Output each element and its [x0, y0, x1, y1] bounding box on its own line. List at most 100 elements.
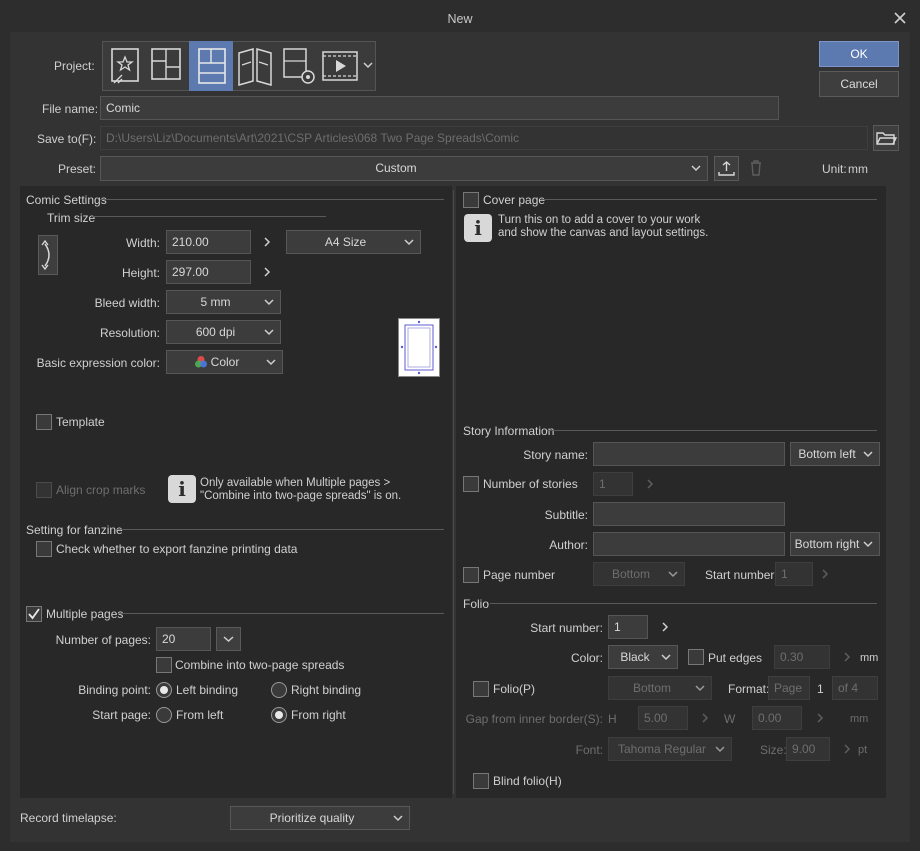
fanzine-export-label: Check whether to export fanzine printing… — [56, 542, 298, 556]
ok-button[interactable]: OK — [819, 41, 899, 67]
blind-folio-checkbox[interactable] — [473, 773, 489, 789]
template-checkbox[interactable] — [36, 414, 52, 430]
left-binding-label: Left binding — [176, 683, 239, 697]
right-binding-radio[interactable] — [271, 682, 287, 698]
folio-color-dropdown[interactable]: Black — [608, 645, 678, 669]
folio-start-arrow-icon[interactable] — [660, 620, 670, 634]
chevron-down-icon — [863, 541, 873, 548]
chevron-down-icon — [393, 815, 403, 822]
multiple-pages-checkbox[interactable] — [26, 606, 42, 622]
trim-size-heading: Trim size — [47, 211, 96, 225]
cover-info-line-1: Turn this on to add a cover to your work — [498, 214, 701, 226]
chevron-down-icon — [223, 636, 234, 643]
rotate-icon — [41, 239, 50, 271]
crop-info-line-1: Only available when Multiple pages > — [200, 477, 391, 489]
page-number-checkbox[interactable] — [463, 567, 479, 583]
cancel-button[interactable]: Cancel — [819, 71, 899, 97]
show-all-comic-settings-icon — [238, 48, 272, 86]
story-name-field[interactable] — [593, 442, 785, 466]
resolution-dropdown[interactable]: 600 dpi — [166, 320, 281, 344]
resolution-value: 600 dpi — [195, 325, 236, 339]
project-custom[interactable] — [278, 43, 320, 89]
save-to-label: Save to(F): — [37, 132, 97, 146]
chevron-down-icon — [691, 165, 701, 172]
register-preset-button[interactable] — [714, 156, 739, 181]
start-number-label: Start number: — [705, 568, 778, 582]
comic-settings-separator — [100, 199, 444, 200]
size-preset-dropdown[interactable]: A4 Size — [286, 230, 421, 254]
bleed-width-dropdown[interactable]: 5 mm — [166, 290, 281, 314]
height-arrow-icon[interactable] — [262, 265, 272, 279]
project-comic[interactable] — [189, 41, 233, 91]
swap-orientation-button[interactable] — [38, 235, 58, 275]
folio-color-value: Black — [620, 650, 650, 664]
trim-size-separator — [93, 216, 326, 217]
chevron-down-icon[interactable] — [362, 58, 374, 72]
story-name-position-value: Bottom left — [798, 447, 856, 461]
story-info-heading: Story Information — [463, 424, 555, 438]
author-field[interactable] — [593, 532, 785, 556]
gap-w-arrow-icon — [815, 711, 825, 725]
folio-font-dropdown: Tahoma Regular — [608, 737, 732, 761]
start-number-arrow-icon — [820, 567, 830, 581]
trash-icon[interactable] — [747, 158, 765, 178]
project-all-comic[interactable] — [234, 43, 276, 89]
cover-info-line-2: and show the canvas and layout settings. — [498, 227, 709, 239]
start-page-label: Start page: — [92, 708, 151, 722]
basic-color-dropdown[interactable]: Color — [166, 350, 283, 374]
chevron-down-icon — [404, 239, 414, 246]
story-name-position-dropdown[interactable]: Bottom left — [790, 442, 880, 466]
basic-color-value: Color — [210, 355, 240, 369]
from-right-radio[interactable] — [271, 707, 287, 723]
from-left-radio[interactable] — [156, 707, 172, 723]
window-title: New — [447, 12, 473, 26]
gap-h-field: 5.00 — [638, 706, 688, 730]
preset-label: Preset: — [58, 162, 97, 176]
folder-open-icon — [876, 132, 898, 145]
folio-start-number-field[interactable]: 1 — [608, 615, 648, 639]
subtitle-field[interactable] — [593, 502, 785, 526]
fanzine-export-checkbox[interactable] — [36, 541, 52, 557]
left-binding-radio[interactable] — [156, 682, 172, 698]
record-timelapse-value: Prioritize quality — [269, 811, 355, 825]
cover-page-separator — [541, 199, 877, 200]
number-of-stories-checkbox[interactable] — [463, 476, 479, 492]
project-label: Project: — [54, 59, 95, 73]
binding-point-label: Binding point: — [78, 683, 151, 697]
bleed-width-label: Bleed width: — [94, 296, 160, 310]
height-label: Height: — [121, 266, 160, 280]
format-of-field: of 4 — [832, 676, 878, 700]
record-timelapse-dropdown[interactable]: Prioritize quality — [230, 806, 410, 830]
combine-spreads-checkbox[interactable] — [156, 657, 172, 673]
format-label: Format: — [728, 682, 770, 696]
project-webtoon[interactable] — [146, 43, 188, 89]
preset-dropdown[interactable]: Custom — [100, 156, 708, 181]
webtoon-icon — [151, 48, 181, 80]
preset-value: Custom — [375, 161, 417, 175]
info-icon: i — [464, 214, 492, 242]
edges-unit: mm — [860, 652, 879, 664]
chevron-down-icon — [715, 746, 725, 753]
put-edges-checkbox[interactable] — [688, 649, 704, 665]
number-of-stories-field: 1 — [593, 472, 633, 496]
folio-p-checkbox[interactable] — [473, 681, 489, 697]
number-of-pages-dropdown[interactable] — [216, 627, 241, 651]
number-of-pages-field[interactable]: 20 — [156, 627, 211, 651]
file-name-field[interactable]: Comic — [100, 96, 779, 120]
width-field[interactable]: 210.00 — [166, 230, 251, 254]
put-edges-label: Put edges — [708, 651, 763, 665]
number-of-stories-arrow-icon — [645, 477, 655, 491]
close-icon[interactable] — [892, 10, 908, 26]
edges-width-field: 0.30 — [774, 645, 830, 669]
project-animation[interactable] — [320, 43, 360, 89]
browse-folder-button[interactable] — [873, 125, 899, 151]
project-illustration[interactable] — [104, 43, 146, 89]
width-arrow-icon[interactable] — [262, 235, 272, 249]
folio-size-arrow-icon — [842, 742, 852, 756]
cover-page-checkbox[interactable] — [463, 192, 479, 208]
height-field[interactable]: 297.00 — [166, 260, 251, 284]
size-preset-value: A4 Size — [324, 235, 367, 249]
unit-value: mm — [848, 162, 868, 176]
author-position-dropdown[interactable]: Bottom right — [790, 532, 880, 556]
info-icon: i — [168, 475, 196, 503]
